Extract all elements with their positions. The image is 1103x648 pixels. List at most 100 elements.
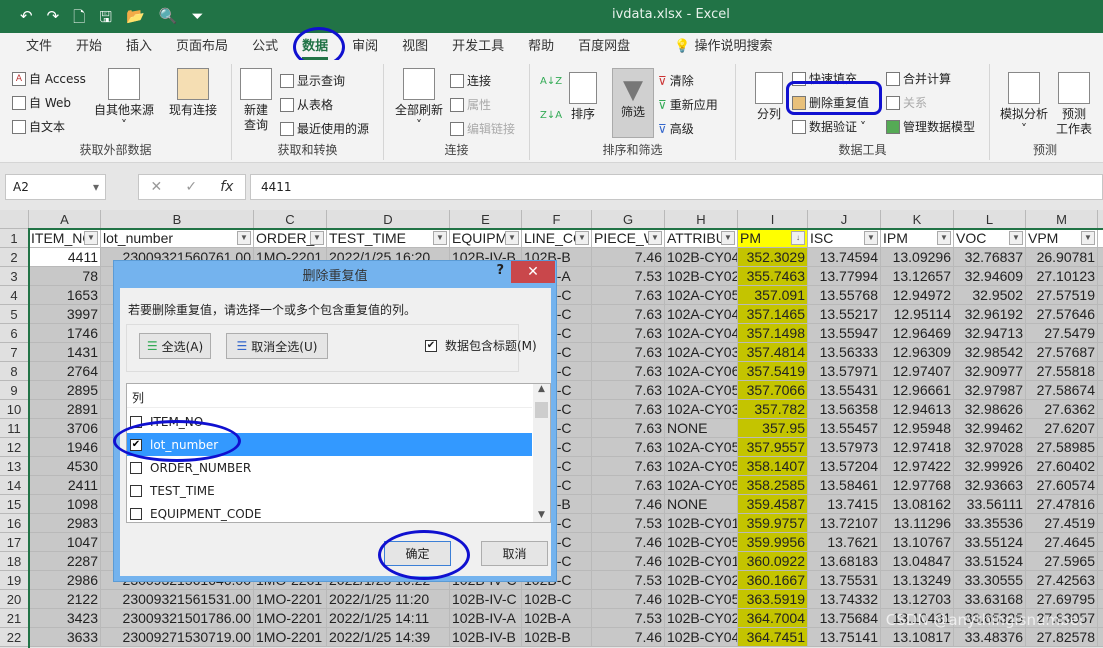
- cell[interactable]: 7.53: [592, 514, 665, 533]
- cell[interactable]: 7.53: [592, 571, 665, 590]
- header-cell[interactable]: ATTRIBU ▼: [665, 229, 738, 248]
- cell[interactable]: 23009321501786.00: [101, 609, 254, 628]
- text-to-columns-button[interactable]: 分列: [752, 72, 786, 122]
- row-header[interactable]: 16: [0, 514, 29, 533]
- cell[interactable]: 1047: [29, 533, 101, 552]
- cell[interactable]: 102B-CY04: [665, 248, 738, 267]
- cell[interactable]: NONE: [665, 419, 738, 438]
- cell[interactable]: 12.97422: [881, 457, 954, 476]
- new-query-button[interactable]: 新建 查询: [236, 68, 276, 133]
- cell[interactable]: 102A-CY06: [665, 362, 738, 381]
- cell[interactable]: 2411: [29, 476, 101, 495]
- cell[interactable]: 7.63: [592, 419, 665, 438]
- cell[interactable]: 13.58461: [808, 476, 881, 495]
- cell[interactable]: 27.57519: [1026, 286, 1098, 305]
- cell[interactable]: 13.55217: [808, 305, 881, 324]
- consolidate-button[interactable]: 合并计算: [886, 70, 951, 87]
- cell[interactable]: [1098, 552, 1103, 571]
- cell[interactable]: 32.97028: [954, 438, 1026, 457]
- cell[interactable]: 102A-CY05: [665, 381, 738, 400]
- cell[interactable]: 360.1667: [738, 571, 808, 590]
- cell[interactable]: 32.90977: [954, 362, 1026, 381]
- print-preview-icon[interactable]: 🔍: [159, 7, 178, 32]
- cell[interactable]: 33.35536: [954, 514, 1026, 533]
- show-queries-button[interactable]: 显示查询: [280, 72, 345, 89]
- header-cell[interactable]: lot_number ▼: [101, 229, 254, 248]
- enter-icon[interactable]: ✓: [185, 179, 197, 195]
- cell[interactable]: [1098, 628, 1103, 647]
- row-header[interactable]: 18: [0, 552, 29, 571]
- row-header[interactable]: 19: [0, 571, 29, 590]
- cell[interactable]: 32.9502: [954, 286, 1026, 305]
- cell[interactable]: 357.782: [738, 400, 808, 419]
- filter-dropdown-icon[interactable]: ▼: [433, 231, 447, 245]
- tab-10[interactable]: 百度网盘: [566, 33, 642, 60]
- undo-icon[interactable]: ↶: [20, 7, 33, 32]
- filter-dropdown-icon[interactable]: ▼: [864, 231, 878, 245]
- cell[interactable]: 357.95: [738, 419, 808, 438]
- cell[interactable]: 359.4587: [738, 495, 808, 514]
- cell[interactable]: 33.63168: [954, 590, 1026, 609]
- cell[interactable]: 23009321561531.00: [101, 590, 254, 609]
- row-header[interactable]: 2: [0, 248, 29, 267]
- cell[interactable]: 27.60402: [1026, 457, 1098, 476]
- cell[interactable]: 32.76837: [954, 248, 1026, 267]
- cell[interactable]: 102B-CY04: [665, 628, 738, 647]
- cell[interactable]: 12.95948: [881, 419, 954, 438]
- cell[interactable]: 33.51524: [954, 552, 1026, 571]
- cell[interactable]: 1098: [29, 495, 101, 514]
- cell[interactable]: 102B-IV-A: [450, 609, 522, 628]
- cell[interactable]: 13.12703: [881, 590, 954, 609]
- cell[interactable]: 27.6207: [1026, 419, 1098, 438]
- cell[interactable]: [1098, 438, 1103, 457]
- cell[interactable]: [1098, 533, 1103, 552]
- cell[interactable]: 7.63: [592, 343, 665, 362]
- cell[interactable]: 2891: [29, 400, 101, 419]
- cell[interactable]: 102A-CY04: [665, 305, 738, 324]
- header-cell[interactable]: ITEM_NO ▼: [29, 229, 101, 248]
- cell[interactable]: 27.42563: [1026, 571, 1098, 590]
- row-header[interactable]: 7: [0, 343, 29, 362]
- cell[interactable]: 2895: [29, 381, 101, 400]
- columns-list[interactable]: 列 ITEM_NO ✔ lot_number ORDER_NUMBER TEST_TIM…: [126, 383, 551, 523]
- cell[interactable]: 2122: [29, 590, 101, 609]
- cell[interactable]: 13.08162: [881, 495, 954, 514]
- cell[interactable]: 13.56358: [808, 400, 881, 419]
- column-list-item[interactable]: ITEM_NO: [127, 410, 532, 433]
- header-cell[interactable]: TEST_TIME ▼: [327, 229, 450, 248]
- cell[interactable]: 33.30555: [954, 571, 1026, 590]
- cell[interactable]: 32.96192: [954, 305, 1026, 324]
- insert-function-icon[interactable]: fx: [220, 179, 233, 195]
- row-header[interactable]: 1: [0, 229, 29, 248]
- cell[interactable]: 7.63: [592, 362, 665, 381]
- row-header[interactable]: 4: [0, 286, 29, 305]
- row-header[interactable]: 8: [0, 362, 29, 381]
- cell[interactable]: 27.57687: [1026, 343, 1098, 362]
- cell[interactable]: 7.63: [592, 457, 665, 476]
- cell[interactable]: 364.7004: [738, 609, 808, 628]
- filter-dropdown-icon[interactable]: ▼: [310, 231, 324, 245]
- cell[interactable]: 32.94713: [954, 324, 1026, 343]
- cell[interactable]: 2287: [29, 552, 101, 571]
- from-text-button[interactable]: 自文本: [12, 118, 65, 135]
- cell[interactable]: 12.94613: [881, 400, 954, 419]
- cell[interactable]: 1MO-2201: [254, 590, 327, 609]
- cell[interactable]: 7.63: [592, 438, 665, 457]
- cell[interactable]: 7.46: [592, 495, 665, 514]
- cell[interactable]: 13.09296: [881, 248, 954, 267]
- cell[interactable]: 363.5919: [738, 590, 808, 609]
- filter-dropdown-icon[interactable]: ▼: [1081, 231, 1095, 245]
- column-list-item[interactable]: ORDER_NUMBER: [127, 456, 532, 479]
- cell[interactable]: 102A-CY05: [665, 438, 738, 457]
- checkbox[interactable]: [130, 484, 142, 497]
- cell[interactable]: 12.95114: [881, 305, 954, 324]
- tab-6[interactable]: 审阅: [340, 33, 390, 60]
- tab-1[interactable]: 开始: [64, 33, 114, 60]
- cell[interactable]: 13.72107: [808, 514, 881, 533]
- cell[interactable]: 357.091: [738, 286, 808, 305]
- cell[interactable]: 357.9557: [738, 438, 808, 457]
- manage-data-model-button[interactable]: 管理数据模型: [886, 118, 975, 135]
- cell[interactable]: 12.96309: [881, 343, 954, 362]
- tab-5[interactable]: 数据: [290, 33, 340, 60]
- cell[interactable]: 13.04847: [881, 552, 954, 571]
